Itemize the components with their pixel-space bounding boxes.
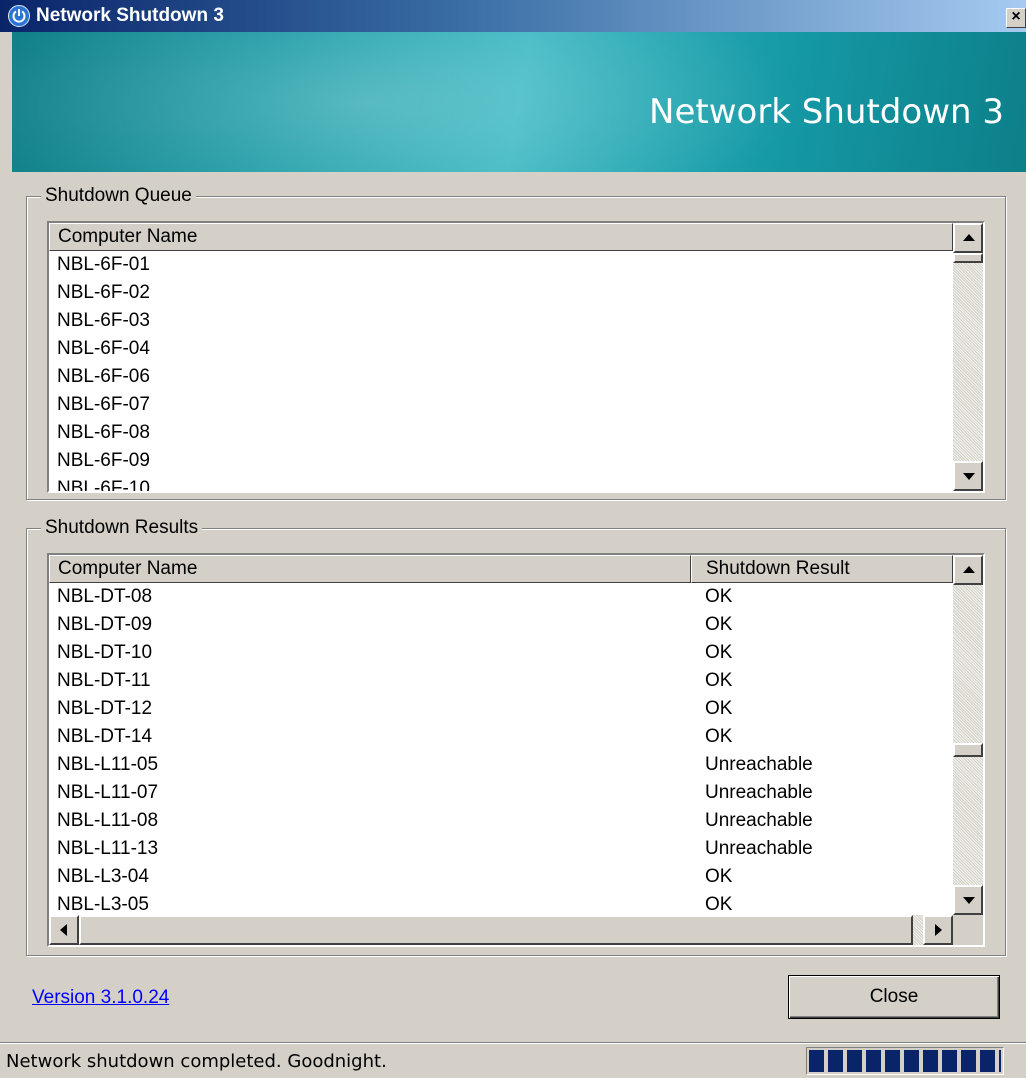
queue-rows: NBL-6F-01 NBL-6F-02 NBL-6F-03 NBL-6F-04 NBL-…	[49, 251, 953, 493]
results-column-shutdown-result[interactable]: Shutdown Result	[691, 555, 953, 583]
results-column-computer-name[interactable]: Computer Name	[49, 555, 691, 583]
window-title: Network Shutdown 3	[36, 5, 224, 26]
results-row[interactable]: NBL-L11-08 Unreachable	[49, 807, 953, 835]
arrow-right-icon[interactable]	[923, 915, 953, 945]
status-text: Network shutdown completed. Goodnight.	[6, 1051, 387, 1072]
queue-row[interactable]: NBL-6F-01	[49, 251, 953, 279]
queue-scroll-thumb[interactable]	[953, 253, 983, 263]
results-hscroll-thumb[interactable]	[79, 915, 913, 945]
results-row[interactable]: NBL-L3-04 OK	[49, 863, 953, 891]
queue-row[interactable]: NBL-6F-07	[49, 391, 953, 419]
close-button[interactable]: Close	[788, 975, 1000, 1019]
results-row[interactable]: NBL-L11-07 Unreachable	[49, 779, 953, 807]
window-close-button[interactable]: ×	[1006, 8, 1026, 28]
queue-row[interactable]: NBL-6F-02	[49, 279, 953, 307]
queue-cell-computer-name: NBL-6F-10	[57, 478, 150, 493]
results-row[interactable]: NBL-L11-05 Unreachable	[49, 751, 953, 779]
queue-cell-computer-name: NBL-6F-08	[57, 422, 150, 443]
queue-cell-computer-name: NBL-6F-04	[57, 338, 150, 359]
results-cell-computer-name: NBL-DT-08	[57, 586, 153, 607]
shutdown-results-label: Shutdown Results	[41, 517, 203, 539]
queue-row[interactable]: NBL-6F-09	[49, 447, 953, 475]
queue-row[interactable]: NBL-6F-08	[49, 419, 953, 447]
results-cell-computer-name: NBL-L3-04	[57, 866, 149, 887]
results-cell-shutdown-result: OK	[705, 586, 733, 607]
shutdown-queue-list[interactable]: Computer Name NBL-6F-01 NBL-6F-02 NBL-6F-0…	[47, 221, 985, 493]
queue-cell-computer-name: NBL-6F-09	[57, 450, 150, 471]
queue-cell-computer-name: NBL-6F-03	[57, 310, 150, 331]
results-cell-computer-name: NBL-DT-09	[57, 614, 153, 635]
results-scroll-thumb[interactable]	[953, 743, 983, 757]
results-cell-shutdown-result: Unreachable	[705, 810, 813, 831]
results-cell-computer-name: NBL-L11-07	[57, 782, 159, 803]
queue-column-computer-name[interactable]: Computer Name	[49, 223, 953, 251]
arrow-down-icon[interactable]	[953, 885, 983, 915]
progress-fill	[809, 1050, 1001, 1072]
arrow-up-icon[interactable]	[953, 223, 983, 253]
banner-title: Network Shutdown 3	[649, 92, 1004, 132]
results-cell-computer-name: NBL-DT-14	[57, 726, 153, 747]
results-cell-computer-name: NBL-L11-08	[57, 810, 159, 831]
queue-header: Computer Name	[49, 223, 953, 251]
queue-cell-computer-name: NBL-6F-07	[57, 394, 150, 415]
status-bar: Network shutdown completed. Goodnight.	[0, 1042, 1026, 1078]
queue-row[interactable]: NBL-6F-06	[49, 363, 953, 391]
results-cell-shutdown-result: OK	[705, 726, 733, 747]
results-cell-computer-name: NBL-DT-10	[57, 642, 153, 663]
results-cell-computer-name: NBL-L11-05	[57, 754, 159, 775]
results-cell-computer-name: NBL-DT-12	[57, 698, 153, 719]
shutdown-results-group: Shutdown Results Computer Name Shutdown …	[26, 517, 1006, 956]
results-row[interactable]: NBL-DT-08 OK	[49, 583, 953, 611]
results-cell-shutdown-result: OK	[705, 642, 733, 663]
shutdown-queue-label: Shutdown Queue	[41, 185, 196, 207]
results-cell-shutdown-result: OK	[705, 670, 733, 691]
results-horizontal-scrollbar[interactable]	[49, 915, 953, 945]
results-cell-shutdown-result: Unreachable	[705, 782, 813, 803]
results-row[interactable]: NBL-L11-13 Unreachable	[49, 835, 953, 863]
title-bar[interactable]: Network Shutdown 3 ×	[0, 0, 1026, 32]
queue-row[interactable]: NBL-6F-03	[49, 307, 953, 335]
results-row[interactable]: NBL-DT-10 OK	[49, 639, 953, 667]
results-cell-shutdown-result: OK	[705, 866, 733, 887]
results-row[interactable]: NBL-DT-12 OK	[49, 695, 953, 723]
shutdown-results-list[interactable]: Computer Name Shutdown Result NBL-DT-08 O…	[47, 553, 985, 947]
arrow-up-icon[interactable]	[953, 555, 983, 585]
results-vertical-scrollbar[interactable]	[953, 555, 983, 915]
results-cell-shutdown-result: OK	[705, 698, 733, 719]
queue-cell-computer-name: NBL-6F-01	[57, 254, 150, 275]
results-row[interactable]: NBL-DT-11 OK	[49, 667, 953, 695]
shutdown-queue-group: Shutdown Queue Computer Name NBL-6F-01 NB…	[26, 185, 1006, 500]
results-cell-computer-name: NBL-DT-11	[57, 670, 151, 691]
power-icon	[8, 5, 30, 27]
results-cell-shutdown-result: OK	[705, 614, 733, 635]
arrow-left-icon[interactable]	[49, 915, 79, 945]
results-header: Computer Name Shutdown Result	[49, 555, 953, 583]
results-row[interactable]: NBL-DT-14 OK	[49, 723, 953, 751]
progress-bar	[806, 1047, 1004, 1075]
results-cell-computer-name: NBL-L11-13	[57, 838, 159, 859]
queue-cell-computer-name: NBL-6F-02	[57, 282, 150, 303]
header-banner: Network Shutdown 3	[12, 32, 1026, 172]
results-cell-shutdown-result: Unreachable	[705, 754, 813, 775]
results-row[interactable]: NBL-DT-09 OK	[49, 611, 953, 639]
main-window: Network Shutdown 3 × Network Shutdown 3 …	[0, 0, 1026, 1077]
queue-row[interactable]: NBL-6F-04	[49, 335, 953, 363]
results-cell-shutdown-result: Unreachable	[705, 838, 813, 859]
arrow-down-icon[interactable]	[953, 461, 983, 491]
version-link[interactable]: Version 3.1.0.24	[32, 987, 169, 1009]
queue-row[interactable]: NBL-6F-10	[49, 475, 953, 493]
queue-vertical-scrollbar[interactable]	[953, 223, 983, 491]
results-rows: NBL-DT-08 OK NBL-DT-09 OK NBL-DT-10 OK NBL-DT-…	[49, 583, 953, 919]
queue-cell-computer-name: NBL-6F-06	[57, 366, 150, 387]
scrollbar-corner	[953, 915, 983, 945]
